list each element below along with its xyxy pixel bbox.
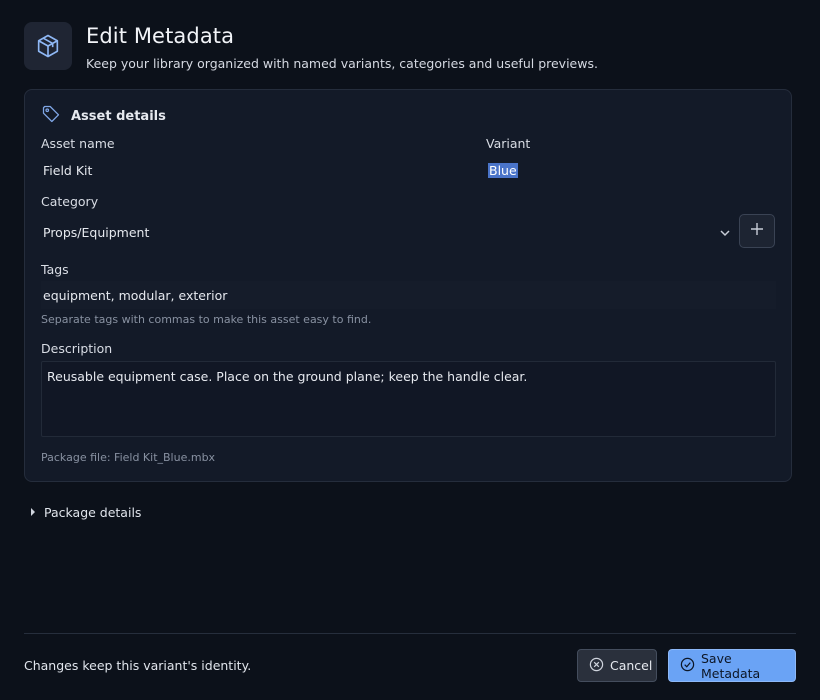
description-label: Description <box>41 341 113 356</box>
edit-metadata-dialog: Edit Metadata Keep your library organize… <box>0 0 820 700</box>
description-value: Reusable equipment case. Place on the gr… <box>47 369 528 384</box>
tag-icon <box>41 104 61 128</box>
asset-details-title: Asset details <box>71 108 166 124</box>
cancel-button[interactable]: Cancel <box>577 649 657 682</box>
tags-input[interactable]: equipment, modular, exterior <box>41 281 776 309</box>
save-metadata-button[interactable]: Save Metadata <box>668 649 796 682</box>
variant-value: Blue <box>488 162 518 178</box>
check-circle-icon <box>680 657 695 675</box>
category-value: Props/Equipment <box>43 224 150 240</box>
asset-name-value: Field Kit <box>43 162 93 178</box>
variant-label: Variant <box>486 136 531 151</box>
package-file-label: Package file: Field Kit_Blue.mbx <box>41 451 216 464</box>
save-label: Save Metadata <box>701 650 761 681</box>
package-icon <box>24 22 72 70</box>
asset-name-label: Asset name <box>41 136 115 151</box>
category-label: Category <box>41 194 99 209</box>
variant-input[interactable]: Blue <box>486 156 776 184</box>
add-category-button[interactable] <box>739 214 775 248</box>
category-select[interactable]: Props/Equipment <box>41 216 735 248</box>
package-details-label: Package details <box>44 505 142 520</box>
asset-name-input[interactable]: Field Kit <box>41 156 461 184</box>
asset-details-header: Asset details <box>41 104 166 128</box>
cancel-label: Cancel <box>610 658 653 673</box>
plus-icon <box>749 221 765 241</box>
close-circle-icon <box>589 657 604 675</box>
tags-value: equipment, modular, exterior <box>43 287 228 303</box>
chevron-down-icon <box>719 226 731 241</box>
asset-details-card: Asset details Asset name Field Kit Varia… <box>24 89 792 482</box>
description-textarea[interactable]: Reusable equipment case. Place on the gr… <box>41 361 776 437</box>
package-details-toggle[interactable]: Package details <box>30 505 141 520</box>
footer-note: Changes keep this variant's identity. <box>24 658 252 673</box>
dialog-title: Edit Metadata <box>86 24 235 48</box>
dialog-subtitle: Keep your library organized with named v… <box>86 56 598 71</box>
footer-divider <box>24 633 796 634</box>
tags-label: Tags <box>41 262 69 277</box>
tags-hint: Separate tags with commas to make this a… <box>41 313 372 326</box>
caret-right-icon <box>30 505 36 520</box>
